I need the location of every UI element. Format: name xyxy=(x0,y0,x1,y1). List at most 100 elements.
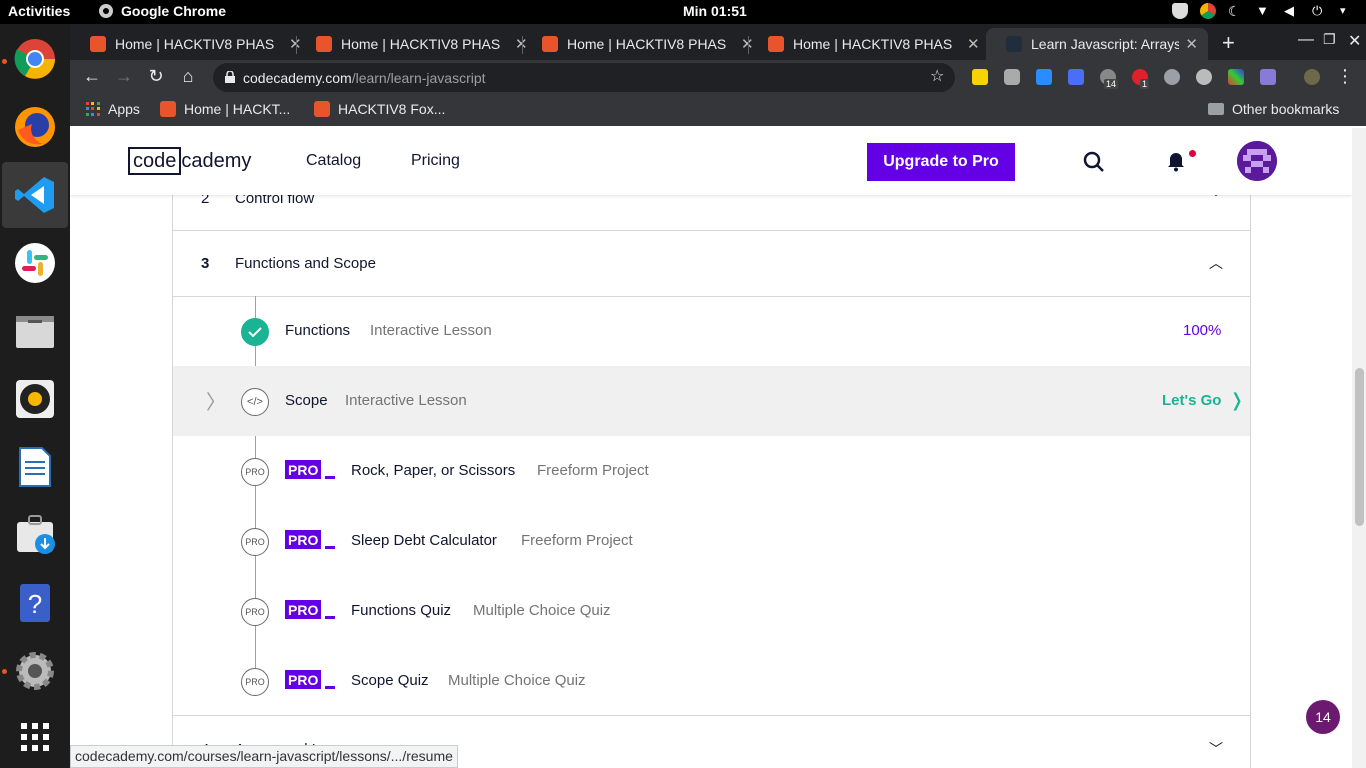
lesson-name: Scope Quiz xyxy=(351,672,429,689)
rhythmbox-icon[interactable] xyxy=(2,366,68,432)
hacktiv8-favicon-icon xyxy=(542,36,558,52)
bell-icon[interactable] xyxy=(1166,150,1186,172)
tab[interactable]: Home | HACKTIV8 PHAS✕ xyxy=(296,28,538,60)
system-menu-chevron-icon[interactable]: ▾ xyxy=(1340,3,1356,19)
writer-icon[interactable] xyxy=(2,434,68,500)
extension-icon[interactable] xyxy=(1260,69,1276,85)
files-icon[interactable] xyxy=(2,298,68,364)
lesson-row[interactable]: PRO PRO Sleep Debt Calculator Freeform P… xyxy=(173,506,1250,576)
extension-icon[interactable] xyxy=(1196,69,1212,85)
codecademy-logo[interactable]: code cademy xyxy=(128,147,251,175)
bookmark-star-icon[interactable]: ☆ xyxy=(930,66,944,86)
svg-text:?: ? xyxy=(28,589,42,619)
minimize-icon[interactable]: — xyxy=(1298,31,1314,49)
tab-title: Home | HACKTIV8 PHAS xyxy=(567,36,727,52)
clock[interactable]: Min 01:51 xyxy=(683,3,747,19)
pro-underline xyxy=(325,476,335,479)
translate-extension-icon[interactable] xyxy=(1068,69,1084,85)
reload-icon[interactable]: ↻ xyxy=(145,66,167,87)
chevron-up-icon[interactable]: ︿ xyxy=(1209,253,1223,273)
notification-dot xyxy=(1189,150,1196,157)
power-icon[interactable]: ⏻ xyxy=(1312,3,1328,19)
app-menu[interactable]: Google Chrome xyxy=(98,3,226,19)
settings-icon[interactable] xyxy=(2,638,68,704)
lesson-row[interactable]: PRO PRO Functions Quiz Multiple Choice Q… xyxy=(173,576,1250,646)
bookmark-item[interactable]: HACKTIV8 Fox... xyxy=(314,101,445,117)
extension-icon[interactable] xyxy=(1164,69,1180,85)
nav-catalog[interactable]: Catalog xyxy=(306,152,361,170)
page-scrollbar[interactable] xyxy=(1352,128,1366,768)
system-top-bar: Activities Google Chrome Min 01:51 ☾ ▼ ◀… xyxy=(0,0,1366,24)
tab[interactable]: Home | HACKTIV8 PHAS✕ xyxy=(70,28,312,60)
url-host: codecademy.com xyxy=(243,69,352,86)
activities-button[interactable]: Activities xyxy=(8,3,70,19)
pro-badge: PRO xyxy=(285,530,322,549)
profile-avatar[interactable] xyxy=(1304,69,1320,85)
avatar[interactable] xyxy=(1237,141,1277,181)
lesson-row[interactable]: PRO PRO Scope Quiz Multiple Choice Quiz xyxy=(173,646,1250,716)
wifi-icon[interactable]: ▼ xyxy=(1256,3,1272,19)
lesson-row[interactable]: Functions Interactive Lesson 100% xyxy=(173,296,1250,366)
extension-icon[interactable] xyxy=(972,69,988,85)
volume-icon[interactable]: ◀ xyxy=(1284,3,1300,19)
tab-active[interactable]: Learn Javascript: Arrays ✕ xyxy=(986,28,1208,60)
slack-icon[interactable] xyxy=(2,230,68,296)
help-icon[interactable]: ? xyxy=(2,570,68,636)
tab[interactable]: Home | HACKTIV8 PHAS✕ xyxy=(748,28,990,60)
software-icon[interactable] xyxy=(2,502,68,568)
web-page: 2 Control flow ﹀ 3 Functions and Scope ︿… xyxy=(70,128,1352,768)
lesson-type: Interactive Lesson xyxy=(370,322,492,339)
system-tray[interactable]: ☾ ▼ ◀ ⏻ ▾ xyxy=(1172,3,1356,19)
pro-badge: PRO xyxy=(285,670,322,689)
tab[interactable]: Home | HACKTIV8 PHAS✕ xyxy=(522,28,764,60)
extension-icon[interactable] xyxy=(1228,69,1244,85)
bookmark-item[interactable]: Home | HACKT... xyxy=(160,101,290,117)
new-tab-icon[interactable]: + xyxy=(1222,30,1235,56)
camera-extension-icon[interactable] xyxy=(1004,69,1020,85)
vscode-icon[interactable] xyxy=(2,162,68,228)
bookmark-apps[interactable]: Apps xyxy=(86,101,140,117)
module-row-expanded[interactable]: 3 Functions and Scope ︿ xyxy=(173,231,1250,297)
lesson-type: Freeform Project xyxy=(537,462,649,479)
back-icon[interactable]: ← xyxy=(81,66,103,87)
bookmarks-bar: Apps Home | HACKT... HACKTIV8 Fox... Oth… xyxy=(70,94,1366,126)
hacktiv8-favicon-icon xyxy=(768,36,784,52)
chevron-down-icon[interactable]: ﹀ xyxy=(1209,739,1223,759)
app-grid-icon[interactable] xyxy=(2,704,68,768)
search-icon[interactable] xyxy=(1083,151,1105,173)
module-number: 3 xyxy=(201,255,210,272)
nav-pricing[interactable]: Pricing xyxy=(411,152,460,170)
extension-icon[interactable] xyxy=(1036,69,1052,85)
chat-count-bubble[interactable]: 14 xyxy=(1306,700,1340,734)
lesson-name: Rock, Paper, or Scissors xyxy=(351,462,516,479)
chevron-right-icon[interactable]: 〉 xyxy=(206,386,226,415)
scrollbar-thumb[interactable] xyxy=(1355,368,1364,526)
lesson-row-current[interactable]: 〉 </> Scope Interactive Lesson Let's Go ❭ xyxy=(173,366,1250,436)
tab-title: Home | HACKTIV8 PHAS xyxy=(341,36,501,52)
home-icon[interactable]: ⌂ xyxy=(177,66,199,87)
tab-strip: Home | HACKTIV8 PHAS ✕ Home | HACKTIV8 PH… xyxy=(70,24,1366,60)
apps-grid-icon xyxy=(86,102,100,116)
bookmark-label: Apps xyxy=(108,101,140,117)
night-light-icon[interactable]: ☾ xyxy=(1228,3,1244,19)
address-bar[interactable]: codecademy.com/learn/learn-javascript xyxy=(213,63,955,92)
lesson-row[interactable]: PRO PRO Rock, Paper, or Scissors Freefor… xyxy=(173,436,1250,506)
firefox-icon[interactable] xyxy=(2,94,68,160)
pro-badge: PRO xyxy=(285,460,322,479)
forward-icon[interactable]: → xyxy=(113,66,135,87)
other-bookmarks[interactable]: Other bookmarks xyxy=(1208,101,1339,117)
lesson-progress: 100% xyxy=(1183,322,1222,339)
chrome-icon[interactable] xyxy=(2,26,68,92)
lets-go-link[interactable]: Let's Go ❭ xyxy=(1162,390,1245,411)
restore-icon[interactable]: ❐ xyxy=(1323,31,1336,48)
chrome-tray-icon[interactable] xyxy=(1200,3,1216,19)
shield-icon[interactable] xyxy=(1172,3,1188,19)
lesson-name: Functions Quiz xyxy=(351,602,452,619)
chrome-menu-icon[interactable]: ⋮ xyxy=(1334,66,1356,87)
tab-close-icon[interactable]: ✕ xyxy=(1185,35,1198,53)
pro-lock-icon: PRO xyxy=(241,668,269,696)
window-close-icon[interactable]: ✕ xyxy=(1348,31,1361,51)
pro-underline xyxy=(325,616,335,619)
upgrade-button[interactable]: Upgrade to Pro xyxy=(867,143,1015,181)
tab-close-icon[interactable]: ✕ xyxy=(967,35,980,53)
